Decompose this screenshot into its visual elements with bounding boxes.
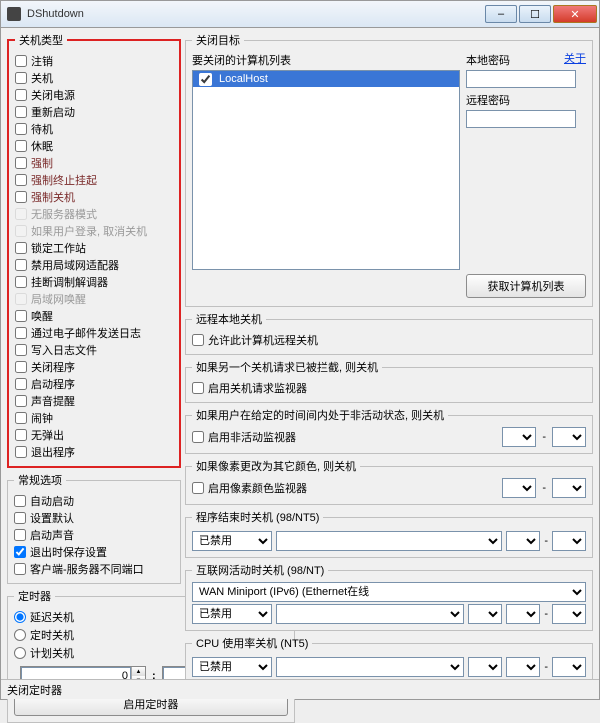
cpu-c0[interactable] — [276, 657, 464, 677]
shutdown-option-20[interactable]: 声音提醒 — [15, 392, 173, 409]
shutdown-option-18[interactable]: 关闭程序 — [15, 358, 173, 375]
shutdown-option-16[interactable]: 通过电子邮件发送日志 — [15, 324, 173, 341]
group-shutdown-type-title: 关机类型 — [15, 32, 67, 48]
group-target-title: 关闭目标 — [192, 32, 244, 48]
group-if-blocked: 如果另一个关机请求已被拦截, 则关机 启用关机请求监视器 — [185, 359, 593, 403]
idle-combo1[interactable] — [502, 427, 536, 447]
title-bar: DShutdown – ☐ ✕ — [0, 0, 600, 28]
computer-list-label: 要关闭的计算机列表 — [192, 52, 460, 68]
net-c3[interactable] — [552, 604, 586, 624]
shutdown-option-14: 局域网唤醒 — [15, 290, 173, 307]
group-cpu-title: CPU 使用率关机 (NT5) — [192, 635, 312, 651]
shutdown-option-2[interactable]: 关闭电源 — [15, 86, 173, 103]
net-c1[interactable] — [468, 604, 502, 624]
shutdown-option-3[interactable]: 重新启动 — [15, 103, 173, 120]
group-target: 关闭目标 关于 要关闭的计算机列表 LocalHost 本地密码 远程密码 获取… — [185, 32, 593, 307]
general-option-3[interactable]: 退出时保存设置 — [14, 543, 174, 560]
proc-enable-combo[interactable]: 已禁用 — [192, 531, 272, 551]
group-if-blocked-title: 如果另一个关机请求已被拦截, 则关机 — [192, 359, 382, 375]
shutdown-option-8[interactable]: 强制关机 — [15, 188, 173, 205]
general-option-4[interactable]: 客户端-服务器不同端口 — [14, 560, 174, 577]
group-net-activity: 互联网活动时关机 (98/NT) WAN Miniport (IPv6) (Et… — [185, 562, 593, 631]
general-option-1[interactable]: 设置默认 — [14, 509, 174, 526]
minimize-button[interactable]: – — [485, 5, 517, 23]
shutdown-option-15[interactable]: 唤醒 — [15, 307, 173, 324]
shutdown-option-5[interactable]: 休眠 — [15, 137, 173, 154]
group-if-pixel: 如果像素更改为其它颜色, 则关机 启用像素颜色监视器 - — [185, 458, 593, 505]
computer-item-0[interactable]: LocalHost — [193, 71, 459, 87]
allow-remote-shutdown-check[interactable]: 允许此计算机远程关机 — [192, 331, 586, 348]
local-password-input[interactable] — [466, 70, 576, 88]
close-button[interactable]: ✕ — [553, 5, 597, 23]
group-cpu: CPU 使用率关机 (NT5) 已禁用 - — [185, 635, 593, 680]
shutdown-option-6[interactable]: 强制 — [15, 154, 173, 171]
remote-password-label: 远程密码 — [466, 92, 586, 108]
group-timer-title: 定时器 — [14, 588, 55, 604]
remote-password-input[interactable] — [466, 110, 576, 128]
app-icon — [7, 7, 21, 21]
shutdown-option-0[interactable]: 注销 — [15, 52, 173, 69]
dash: - — [542, 431, 546, 443]
get-computers-button[interactable]: 获取计算机列表 — [466, 274, 586, 298]
net-enable-combo[interactable]: 已禁用 — [192, 604, 272, 624]
cpu-c2[interactable] — [506, 657, 540, 677]
group-general-title: 常规选项 — [14, 472, 66, 488]
proc-combo[interactable] — [276, 531, 502, 551]
group-if-pixel-title: 如果像素更改为其它颜色, 则关机 — [192, 458, 360, 474]
pixel-combo1[interactable] — [502, 478, 536, 498]
shutdown-option-19[interactable]: 启动程序 — [15, 375, 173, 392]
net-c2[interactable] — [506, 604, 540, 624]
shutdown-option-9: 无服务器模式 — [15, 205, 173, 222]
status-bar: 关闭定时器 — [1, 679, 599, 699]
shutdown-option-21[interactable]: 闹钟 — [15, 409, 173, 426]
cpu-c3[interactable] — [552, 657, 586, 677]
cpu-c1[interactable] — [468, 657, 502, 677]
proc-c1[interactable] — [506, 531, 540, 551]
group-remote-local-title: 远程本地关机 — [192, 311, 266, 327]
group-net-activity-title: 互联网活动时关机 (98/NT) — [192, 562, 328, 578]
group-remote-local: 远程本地关机 允许此计算机远程关机 — [185, 311, 593, 355]
group-shutdown-type: 关机类型 注销关机关闭电源重新启动待机休眠强制强制终止挂起强制关机无服务器模式如… — [7, 32, 181, 468]
shutdown-option-23[interactable]: 退出程序 — [15, 443, 173, 460]
shutdown-option-22[interactable]: 无弹出 — [15, 426, 173, 443]
enable-idle-monitor-check[interactable]: 启用非活动监视器 — [192, 429, 296, 446]
shutdown-option-13[interactable]: 挂断调制解调器 — [15, 273, 173, 290]
about-link[interactable]: 关于 — [564, 50, 586, 66]
general-option-2[interactable]: 启动声音 — [14, 526, 174, 543]
computer-list[interactable]: LocalHost — [192, 70, 460, 270]
group-proc-end: 程序结束时关机 (98/NT5) 已禁用 - — [185, 509, 593, 558]
general-option-0[interactable]: 自动启动 — [14, 492, 174, 509]
group-if-idle-title: 如果用户在给定的时间间内处于非活动状态, 则关机 — [192, 407, 448, 423]
group-proc-end-title: 程序结束时关机 (98/NT5) — [192, 509, 323, 525]
group-if-idle: 如果用户在给定的时间间内处于非活动状态, 则关机 启用非活动监视器 - — [185, 407, 593, 454]
shutdown-option-11[interactable]: 锁定工作站 — [15, 239, 173, 256]
shutdown-option-4[interactable]: 待机 — [15, 120, 173, 137]
group-general: 常规选项 自动启动设置默认启动声音退出时保存设置客户端-服务器不同端口 — [7, 472, 181, 584]
enable-pixel-monitor-check[interactable]: 启用像素颜色监视器 — [192, 480, 307, 497]
net-c0[interactable] — [276, 604, 464, 624]
shutdown-option-12[interactable]: 禁用局域网适配器 — [15, 256, 173, 273]
app-title: DShutdown — [27, 8, 483, 20]
cpu-enable-combo[interactable]: 已禁用 — [192, 657, 272, 677]
shutdown-option-1[interactable]: 关机 — [15, 69, 173, 86]
net-adapter-combo[interactable]: WAN Miniport (IPv6) (Ethernet在线 — [192, 582, 586, 602]
maximize-button[interactable]: ☐ — [519, 5, 551, 23]
proc-c2[interactable] — [552, 531, 586, 551]
shutdown-option-10: 如果用户登录, 取消关机 — [15, 222, 173, 239]
shutdown-option-7[interactable]: 强制终止挂起 — [15, 171, 173, 188]
pixel-combo2[interactable] — [552, 478, 586, 498]
idle-combo2[interactable] — [552, 427, 586, 447]
shutdown-option-17[interactable]: 写入日志文件 — [15, 341, 173, 358]
enable-request-monitor-check[interactable]: 启用关机请求监视器 — [192, 379, 586, 396]
